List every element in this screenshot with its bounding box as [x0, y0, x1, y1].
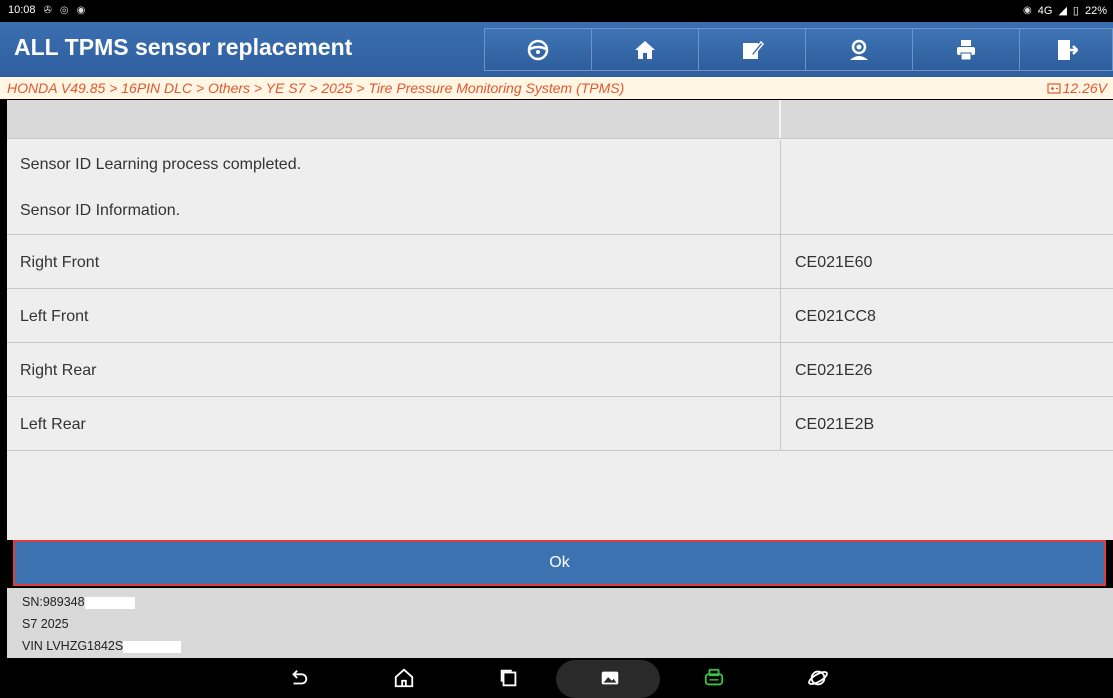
back-button[interactable] [284, 666, 314, 690]
redaction-box [84, 596, 135, 609]
table-row: Right Rear CE021E26 [7, 343, 1113, 397]
edit-note-button[interactable] [698, 28, 806, 71]
planet-icon [808, 670, 828, 686]
vci-button[interactable] [699, 666, 729, 690]
sensor-label: Left Front [20, 308, 89, 325]
network-type: 4G [1037, 4, 1053, 17]
gallery-button[interactable] [595, 666, 625, 690]
edit-note-icon [743, 40, 764, 59]
print-icon [957, 39, 975, 60]
home-button[interactable] [591, 28, 699, 71]
browser-button[interactable] [803, 666, 833, 690]
title-bar: ALL TPMS sensor replacement [0, 22, 1113, 77]
cellular-icon: ◢ [1058, 5, 1067, 17]
back-icon [292, 670, 308, 685]
system-nav-bar [0, 658, 1113, 698]
recents-icon [500, 669, 517, 687]
sensor-label: Right Rear [20, 362, 97, 379]
ok-label: Ok [549, 554, 570, 571]
steering-wheel-button[interactable] [484, 28, 592, 71]
sensor-id: CE021CC8 [795, 308, 876, 325]
voltage-value: 12.26V [1062, 80, 1107, 96]
voltage-indicator: 12.26V [1047, 80, 1107, 96]
shield-icon: ◉ [76, 4, 86, 16]
table-row: Left Rear CE021E2B [7, 397, 1113, 451]
sensor-label: Right Front [20, 254, 100, 271]
status-time: 10:08 [8, 4, 36, 16]
user-support-button[interactable] [805, 28, 913, 71]
home-outline-icon [394, 668, 414, 688]
serial-number: SN:989348 [22, 595, 85, 609]
table-row: Right Front CE021E60 [7, 235, 1113, 289]
table-row: Left Front CE021CC8 [7, 289, 1113, 343]
sensor-label: Left Rear [20, 416, 86, 433]
battery-voltage-icon [1047, 83, 1061, 94]
table-header [7, 100, 1113, 139]
vehicle-model: S7 2025 [22, 617, 69, 631]
exit-icon [1058, 39, 1078, 60]
image-icon [601, 671, 619, 685]
signal-icon: ◉ [1023, 5, 1032, 16]
battery-level: 22% [1084, 4, 1107, 17]
message-row: Sensor ID Learning process completed. Se… [7, 140, 1113, 235]
result-table: Sensor ID Learning process completed. Se… [7, 100, 1113, 540]
recents-button[interactable] [494, 666, 524, 690]
sensor-id: CE021E26 [795, 362, 873, 379]
battery-icon: ▯ [1072, 5, 1079, 17]
chat-icon: ◎ [59, 4, 69, 16]
sensor-id: CE021E2B [795, 416, 875, 433]
exit-button[interactable] [1019, 28, 1113, 71]
message-completed: Sensor ID Learning process completed. [20, 156, 302, 173]
message-sensor-info: Sensor ID Information. [20, 202, 181, 219]
breadcrumb-path: HONDA V49.85 > 16PIN DLC > Others > YE S… [7, 80, 625, 96]
status-bar: 10:08 ✇ ◎ ◉ ◉ 4G ◢ ▯ 22% [0, 0, 1113, 22]
vci-icon [704, 668, 724, 686]
user-support-icon [850, 39, 868, 60]
redaction-box [123, 640, 182, 653]
home-icon [635, 40, 655, 59]
vehicle-info: SN:989348 S7 2025 VIN LVHZG1842S [7, 588, 1113, 658]
print-button[interactable] [912, 28, 1020, 71]
sensor-id: CE021E60 [795, 254, 873, 271]
ok-button[interactable]: Ok [13, 540, 1106, 586]
steering-wheel-icon [527, 39, 549, 60]
home-nav-button[interactable] [389, 666, 419, 690]
breadcrumb: HONDA V49.85 > 16PIN DLC > Others > YE S… [0, 77, 1113, 99]
page-title: ALL TPMS sensor replacement [14, 34, 353, 60]
usb-icon: ✇ [43, 4, 52, 16]
vin-number: VIN LVHZG1842S [22, 639, 124, 653]
